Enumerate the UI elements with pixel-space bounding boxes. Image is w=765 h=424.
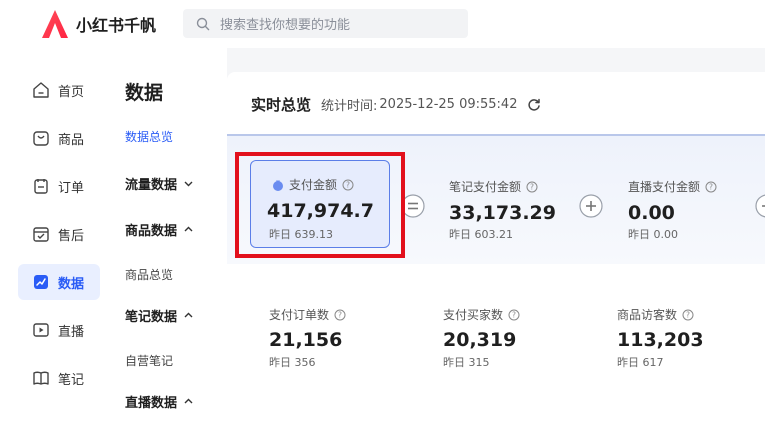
realtime-overview-panel: 实时总览 统计时间: 2025-12-25 09:55:42 支付金额 ? 41… bbox=[227, 72, 765, 424]
main-nav: 首页 商品 订单 售后 数据 直播 笔记 bbox=[0, 48, 110, 424]
metric-yesterday: 昨日 315 bbox=[443, 356, 490, 369]
nav-item-data[interactable]: 数据 bbox=[18, 264, 100, 300]
nav-item-label: 订单 bbox=[58, 180, 85, 196]
metric-label: 商品访客数 ? bbox=[617, 306, 694, 323]
sub-nav-title: 数据 bbox=[125, 82, 164, 104]
home-icon bbox=[33, 82, 49, 98]
svg-text:?: ? bbox=[686, 310, 690, 319]
help-icon[interactable]: ? bbox=[526, 181, 538, 193]
nav-item-label: 首页 bbox=[58, 84, 85, 100]
sub-nav-group-traffic[interactable]: 流量数据 bbox=[125, 174, 194, 193]
chevron-up-icon bbox=[184, 398, 193, 404]
metric-yesterday: 昨日 617 bbox=[617, 356, 664, 369]
nav-item-products[interactable]: 商品 bbox=[18, 120, 100, 156]
product-icon bbox=[33, 131, 49, 146]
search-input[interactable]: 搜索查找你想要的功能 bbox=[183, 9, 468, 38]
top-bar: 小红书千帆 搜索查找你想要的功能 bbox=[0, 0, 765, 48]
sub-nav-group-notes[interactable]: 笔记数据 bbox=[125, 306, 194, 325]
sub-nav-group-label: 商品数据 bbox=[125, 224, 178, 239]
metric-value: 0.00 bbox=[628, 202, 675, 224]
nav-item-label: 售后 bbox=[58, 228, 85, 244]
help-icon[interactable]: ? bbox=[682, 309, 694, 321]
search-icon bbox=[196, 17, 210, 30]
nav-item-label: 商品 bbox=[58, 132, 85, 148]
metric-value: 20,319 bbox=[443, 329, 517, 351]
metric-label: 直播支付金额 ? bbox=[628, 178, 717, 195]
nav-item-label: 直播 bbox=[58, 324, 85, 340]
sub-nav-group-label: 笔记数据 bbox=[125, 310, 178, 325]
plus-icon bbox=[579, 194, 603, 218]
nav-item-notes[interactable]: 笔记 bbox=[18, 360, 100, 396]
metric-yesterday: 昨日 0.00 bbox=[628, 228, 678, 241]
sub-nav-group-products[interactable]: 商品数据 bbox=[125, 220, 194, 239]
svg-text:?: ? bbox=[338, 310, 342, 319]
help-icon[interactable]: ? bbox=[334, 309, 346, 321]
sub-nav-item-own-notes[interactable]: 自营笔记 bbox=[125, 352, 173, 369]
chevron-up-icon bbox=[184, 226, 193, 232]
sub-nav-item-data-overview[interactable]: 数据总览 bbox=[125, 128, 173, 145]
metric-value: 21,156 bbox=[269, 329, 343, 351]
app-name: 小红书千帆 bbox=[76, 16, 157, 35]
help-icon[interactable]: ? bbox=[705, 181, 717, 193]
plus-icon bbox=[755, 194, 765, 218]
nav-item-live[interactable]: 直播 bbox=[18, 312, 100, 348]
sub-nav-group-label: 流量数据 bbox=[125, 178, 178, 193]
app-logo[interactable]: 小红书千帆 bbox=[40, 8, 156, 40]
metric-yesterday: 昨日 603.21 bbox=[449, 228, 513, 241]
nav-item-after-sales[interactable]: 售后 bbox=[18, 216, 100, 252]
stat-time-value: 2025-12-25 09:55:42 bbox=[379, 97, 518, 112]
sub-nav-item-product-overview[interactable]: 商品总览 bbox=[125, 266, 173, 283]
after-sales-icon bbox=[33, 227, 49, 242]
svg-text:?: ? bbox=[530, 182, 534, 191]
order-icon bbox=[34, 179, 48, 194]
sub-nav-group-live[interactable]: 直播数据 bbox=[125, 392, 194, 411]
metric-label: 笔记支付金额 ? bbox=[449, 178, 538, 195]
chevron-up-icon bbox=[184, 312, 193, 318]
search-placeholder: 搜索查找你想要的功能 bbox=[220, 18, 351, 33]
panel-title: 实时总览 bbox=[251, 96, 312, 114]
nav-item-label: 笔记 bbox=[58, 372, 85, 388]
logo-icon bbox=[42, 10, 68, 38]
svg-text:?: ? bbox=[709, 182, 713, 191]
sub-nav: 数据 数据总览 流量数据 商品数据 商品总览 笔记数据 自营笔记 直播数据 bbox=[110, 48, 227, 424]
metric-value: 33,173.29 bbox=[449, 202, 556, 224]
metric-label: 支付买家数 ? bbox=[443, 306, 520, 323]
nav-item-orders[interactable]: 订单 bbox=[18, 168, 100, 204]
svg-text:?: ? bbox=[512, 310, 516, 319]
sub-nav-group-label: 直播数据 bbox=[125, 396, 178, 411]
live-icon bbox=[33, 323, 49, 337]
refresh-icon[interactable] bbox=[527, 98, 541, 112]
notes-icon bbox=[33, 371, 49, 385]
metric-value: 113,203 bbox=[617, 329, 704, 351]
stat-time-label: 统计时间: bbox=[321, 99, 378, 114]
metric-label: 支付订单数 ? bbox=[269, 306, 346, 323]
nav-item-home[interactable]: 首页 bbox=[18, 72, 100, 108]
nav-item-label: 数据 bbox=[58, 276, 85, 292]
metric-yesterday: 昨日 356 bbox=[269, 356, 316, 369]
data-icon bbox=[34, 275, 48, 289]
panel-header: 实时总览 统计时间: 2025-12-25 09:55:42 bbox=[251, 94, 541, 115]
chevron-down-icon bbox=[184, 181, 193, 187]
highlight-box bbox=[235, 152, 405, 258]
help-icon[interactable]: ? bbox=[508, 309, 520, 321]
